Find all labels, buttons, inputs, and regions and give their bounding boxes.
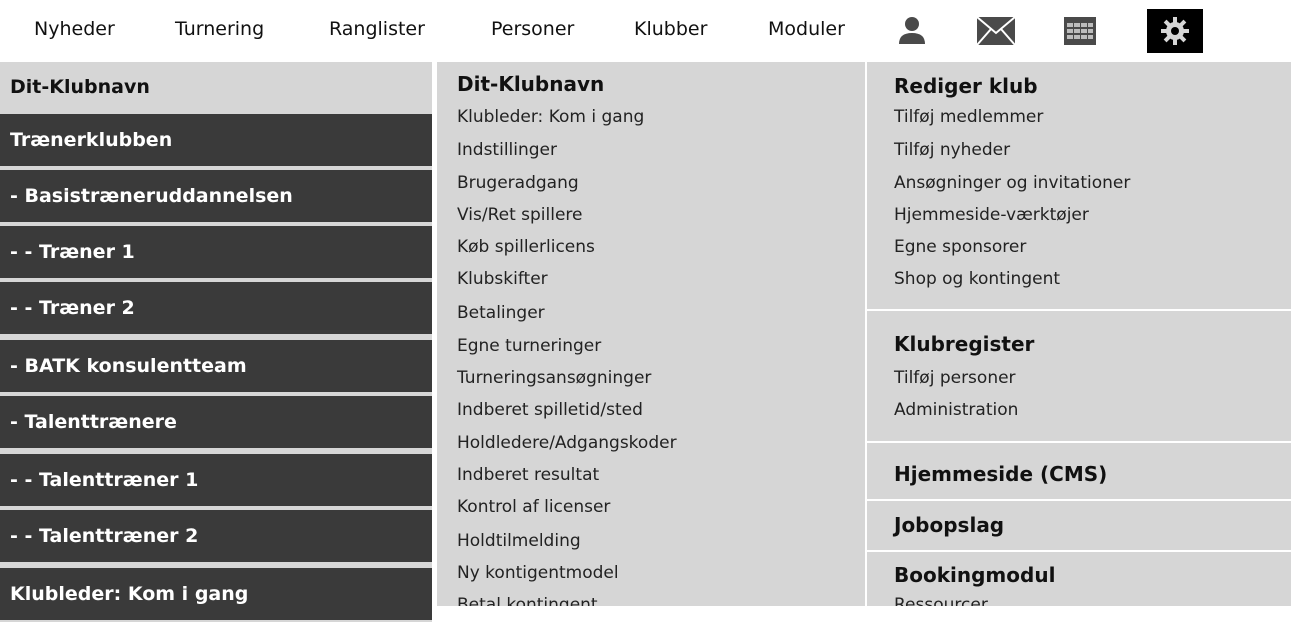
link-tilfoej-personer[interactable]: Tilføj personer [894,368,1016,388]
link-administration[interactable]: Administration [894,400,1018,420]
link-ny-kontigentmodel[interactable]: Ny kontigentmodel [457,563,619,583]
left-menu-item-dit-klubnavn[interactable]: Dit-Klubnavn [0,62,432,112]
nav-nyheder[interactable]: Nyheder [34,18,115,40]
left-menu-item-traenerklubben[interactable]: Trænerklubben [0,114,432,168]
link-vis-ret-spillere[interactable]: Vis/Ret spillere [457,205,583,225]
hjemmeside-cms-heading[interactable]: Hjemmeside (CMS) [894,462,1107,486]
nav-ranglister[interactable]: Ranglister [329,18,425,40]
left-menu-item-traener-2[interactable]: - - Træner 2 [0,282,432,336]
person-icon[interactable] [886,9,938,53]
top-navigation: Nyheder Turnering Ranglister Personer Kl… [0,0,1291,62]
nav-turnering[interactable]: Turnering [175,18,264,40]
separator [867,499,1291,501]
link-turneringsansoegninger[interactable]: Turneringsansøgninger [457,368,651,388]
link-klubleder-kom-i-gang[interactable]: Klubleder: Kom i gang [457,107,644,127]
nav-klubber[interactable]: Klubber [634,18,707,40]
link-ressourcer[interactable]: Ressourcer [894,595,988,606]
rediger-klub-heading[interactable]: Rediger klub [894,74,1038,98]
link-egne-sponsorer[interactable]: Egne sponsorer [894,237,1026,257]
link-kontrol-af-licenser[interactable]: Kontrol af licenser [457,497,610,517]
jobopslag-heading[interactable]: Jobopslag [894,513,1004,537]
separator [867,441,1291,443]
left-menu-item-basistraeneruddannelsen[interactable]: - Basistræneruddannelsen [0,170,432,224]
nav-personer[interactable]: Personer [491,18,574,40]
link-ansoegninger-og-invitationer[interactable]: Ansøgninger og invitationer [894,173,1130,193]
link-indberet-resultat[interactable]: Indberet resultat [457,465,599,485]
left-menu-item-batk-konsulentteam[interactable]: - BATK konsulentteam [0,340,432,394]
calendar-icon[interactable] [1054,9,1106,53]
link-holdledere-adgangskoder[interactable]: Holdledere/Adgangskoder [457,433,677,453]
link-betalinger[interactable]: Betalinger [457,303,545,323]
link-klubskifter[interactable]: Klubskifter [457,269,548,289]
left-menu-item-talenttraenere[interactable]: - Talenttrænere [0,396,432,450]
link-indstillinger[interactable]: Indstillinger [457,140,557,160]
nav-moduler[interactable]: Moduler [768,18,845,40]
right-menu: Rediger klub Tilføj medlemmer Tilføj nyh… [867,62,1291,606]
left-menu-item-klubleder[interactable]: Klubleder: Kom i gang [0,568,432,622]
klubregister-heading[interactable]: Klubregister [894,332,1034,356]
gear-icon[interactable] [1147,9,1203,53]
middle-menu: Dit-Klubnavn Klubleder: Kom i gang Indst… [437,62,865,606]
middle-menu-heading: Dit-Klubnavn [457,72,605,96]
link-egne-turneringer[interactable]: Egne turneringer [457,336,601,356]
link-tilfoej-nyheder[interactable]: Tilføj nyheder [894,140,1010,160]
link-shop-og-kontingent[interactable]: Shop og kontingent [894,269,1060,289]
link-brugeradgang[interactable]: Brugeradgang [457,173,579,193]
link-holdtilmelding[interactable]: Holdtilmelding [457,531,581,551]
link-hjemmeside-vaerktoejer[interactable]: Hjemmeside-værktøjer [894,205,1089,225]
link-koeb-spillerlicens[interactable]: Køb spillerlicens [457,237,595,257]
left-menu-item-talenttraener-1[interactable]: - - Talenttræner 1 [0,454,432,508]
link-indberet-spilletid[interactable]: Indberet spilletid/sted [457,400,643,420]
left-menu-item-traener-1[interactable]: - - Træner 1 [0,226,432,280]
left-menu-item-talenttraener-2[interactable]: - - Talenttræner 2 [0,510,432,564]
envelope-icon[interactable] [970,9,1022,53]
link-tilfoej-medlemmer[interactable]: Tilføj medlemmer [894,107,1043,127]
left-menu: Dit-Klubnavn Trænerklubben - Basistræner… [0,62,432,622]
separator [867,550,1291,552]
bookingmodul-heading[interactable]: Bookingmodul [894,563,1055,587]
link-betal-kontingent[interactable]: Betal kontingent [457,595,598,606]
separator [867,309,1291,311]
